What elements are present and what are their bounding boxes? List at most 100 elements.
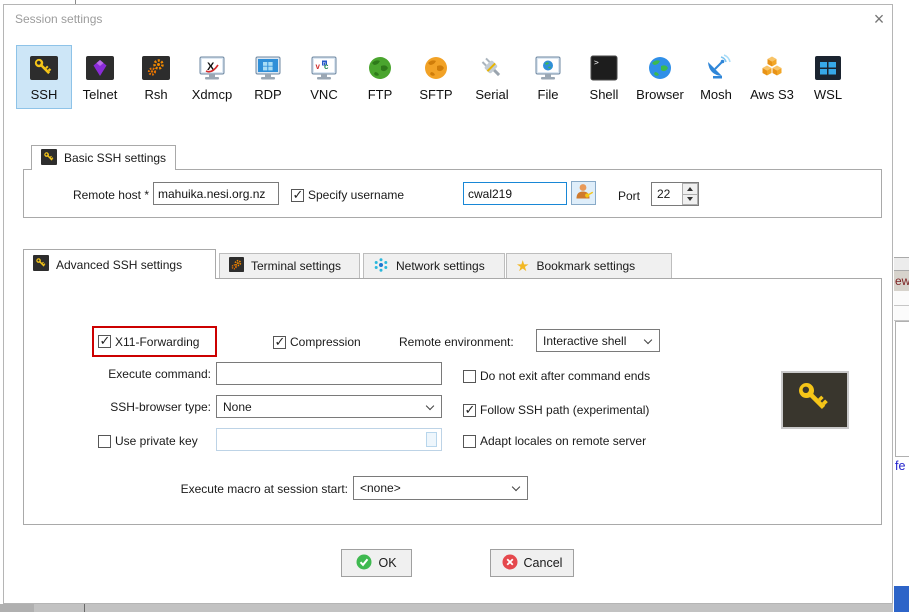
session-type-label: Browser xyxy=(636,87,684,102)
select-user-button[interactable] xyxy=(571,181,596,205)
ok-button-label: OK xyxy=(378,556,396,570)
session-type-label: SSH xyxy=(31,87,58,102)
follow-ssh-path-checkbox[interactable]: Follow SSH path (experimental) xyxy=(463,403,649,417)
checkbox-label: Compression xyxy=(290,335,361,349)
serial-plug-icon xyxy=(477,53,507,83)
use-private-key-checkbox[interactable]: Use private key xyxy=(98,434,198,448)
x11-forwarding-checkbox[interactable]: X11-Forwarding xyxy=(98,335,199,349)
terminal-gears-icon xyxy=(229,257,244,275)
port-spinner[interactable]: 22 xyxy=(651,182,699,206)
do-not-exit-checkbox[interactable]: Do not exit after command ends xyxy=(463,369,650,383)
port-label: Port xyxy=(618,189,640,203)
session-type-ssh[interactable]: SSH xyxy=(16,45,72,109)
session-type-shell[interactable]: > Shell xyxy=(576,45,632,109)
session-type-rdp[interactable]: RDP xyxy=(240,45,296,109)
tab-label: Basic SSH settings xyxy=(64,151,166,165)
remote-environment-select[interactable]: Interactive shell xyxy=(536,329,660,352)
specify-username-checkbox[interactable]: Specify username xyxy=(291,188,404,202)
key-icon xyxy=(41,149,57,168)
tab-label: Bookmark settings xyxy=(536,259,635,273)
ssh-key-panel xyxy=(781,371,849,429)
background-bottom-divider xyxy=(84,604,85,612)
session-type-wsl[interactable]: WSL xyxy=(800,45,856,109)
execute-command-label: Execute command: xyxy=(61,367,211,381)
tab-basic-ssh-settings[interactable]: Basic SSH settings xyxy=(31,145,176,170)
session-type-vnc[interactable]: vnc VNC xyxy=(296,45,352,109)
xdmcp-monitor-icon: X xyxy=(197,53,227,83)
svg-text:v: v xyxy=(316,62,321,71)
session-type-ftp[interactable]: FTP xyxy=(352,45,408,109)
checkbox-label: Follow SSH path (experimental) xyxy=(480,403,649,417)
vnc-monitor-icon: vnc xyxy=(309,53,339,83)
wsl-windows-icon xyxy=(813,53,843,83)
star-icon: ★ xyxy=(516,259,529,274)
session-type-label: WSL xyxy=(814,87,842,102)
file-page-icon[interactable] xyxy=(426,432,437,447)
checkbox-label: Use private key xyxy=(115,434,198,448)
session-type-serial[interactable]: Serial xyxy=(464,45,520,109)
tab-terminal-settings[interactable]: Terminal settings xyxy=(219,253,360,278)
key-icon xyxy=(792,377,838,424)
execute-command-input[interactable] xyxy=(216,362,442,385)
private-key-input[interactable] xyxy=(216,428,442,451)
session-type-label: RDP xyxy=(254,87,281,102)
ssh-browser-type-select[interactable]: None xyxy=(216,395,442,418)
adapt-locales-checkbox[interactable]: Adapt locales on remote server xyxy=(463,434,646,448)
session-type-sftp[interactable]: SFTP xyxy=(408,45,464,109)
session-type-rsh[interactable]: Rsh xyxy=(128,45,184,109)
checkbox-label: Adapt locales on remote server xyxy=(480,434,646,448)
select-value: Interactive shell xyxy=(543,334,626,348)
chevron-down-icon xyxy=(426,402,434,410)
username-input[interactable] xyxy=(463,182,567,205)
session-type-label: Mosh xyxy=(700,87,732,102)
remote-environment-label: Remote environment: xyxy=(399,335,514,349)
session-type-aws-s3[interactable]: Aws S3 xyxy=(744,45,800,109)
basic-ssh-settings-group xyxy=(23,169,882,218)
session-type-file[interactable]: File xyxy=(520,45,576,109)
spin-down-button[interactable] xyxy=(682,195,698,206)
session-type-mosh[interactable]: Mosh xyxy=(688,45,744,109)
session-settings-dialog: Session settings × SSH Telnet Rsh X Xdmc… xyxy=(3,4,893,604)
background-bottom-strip xyxy=(0,604,893,612)
ok-button[interactable]: OK xyxy=(341,549,412,577)
spin-up-button[interactable] xyxy=(682,183,698,195)
tab-advanced-ssh-settings[interactable]: Advanced SSH settings xyxy=(23,249,216,279)
checkbox-box xyxy=(463,435,476,448)
browser-globe-icon xyxy=(645,53,675,83)
chevron-down-icon xyxy=(644,336,652,344)
tab-label: Terminal settings xyxy=(251,259,341,273)
background-partial-cell xyxy=(894,306,909,321)
cancel-button[interactable]: Cancel xyxy=(490,549,574,577)
session-type-row: SSH Telnet Rsh X Xdmcp RDP vnc VNC FTP xyxy=(16,45,882,111)
telnet-gem-icon xyxy=(85,53,115,83)
checkbox-box xyxy=(463,404,476,417)
session-type-label: Rsh xyxy=(144,87,167,102)
tab-bookmark-settings[interactable]: ★ Bookmark settings xyxy=(506,253,672,278)
file-monitor-icon xyxy=(533,53,563,83)
tab-network-settings[interactable]: Network settings xyxy=(363,253,505,278)
cancel-button-label: Cancel xyxy=(524,556,563,570)
compression-checkbox[interactable]: Compression xyxy=(273,335,361,349)
session-type-label: File xyxy=(538,87,559,102)
execute-macro-select[interactable]: <none> xyxy=(353,476,528,500)
triangle-down-icon xyxy=(687,197,693,201)
x11-forwarding-highlight: X11-Forwarding xyxy=(92,326,217,357)
ok-check-icon xyxy=(356,554,372,573)
checkbox-label: Do not exit after command ends xyxy=(480,369,650,383)
checkbox-box xyxy=(273,336,286,349)
checkbox-box xyxy=(291,189,304,202)
checkbox-box xyxy=(463,370,476,383)
background-partial-cell xyxy=(894,291,909,306)
session-type-telnet[interactable]: Telnet xyxy=(72,45,128,109)
network-nodes-icon xyxy=(373,257,389,276)
remote-host-input[interactable] xyxy=(153,182,279,205)
rsh-gears-icon xyxy=(141,53,171,83)
session-type-browser[interactable]: Browser xyxy=(632,45,688,109)
session-type-label: FTP xyxy=(368,87,393,102)
background-partial-row xyxy=(894,257,909,271)
tab-label: Network settings xyxy=(396,259,485,273)
session-type-label: VNC xyxy=(310,87,337,102)
close-icon[interactable]: × xyxy=(866,7,892,31)
session-type-xdmcp[interactable]: X Xdmcp xyxy=(184,45,240,109)
session-type-label: Xdmcp xyxy=(192,87,232,102)
